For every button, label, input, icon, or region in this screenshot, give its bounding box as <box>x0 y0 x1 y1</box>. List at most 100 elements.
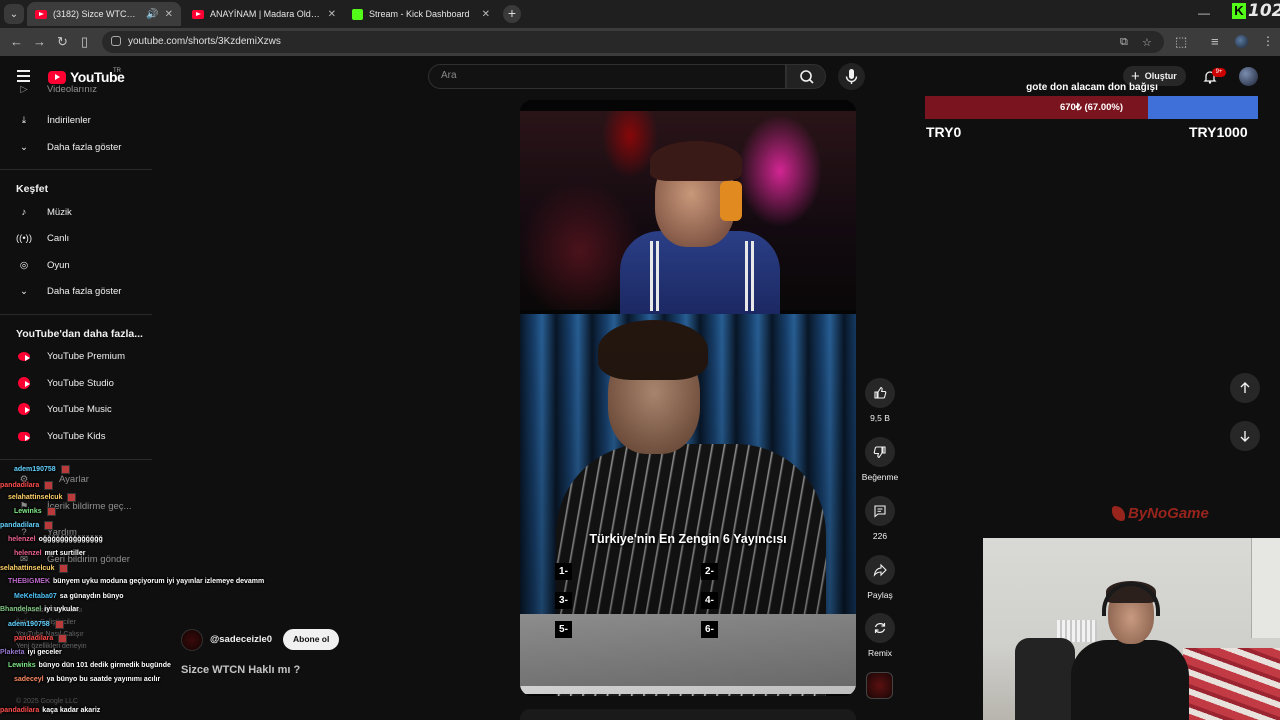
short-title: Sizce WTCN Haklı mı ? <box>181 664 301 676</box>
tab-search-button[interactable]: ⌄ <box>4 4 24 24</box>
shirt-stripe <box>656 241 659 311</box>
minimize-icon[interactable]: — <box>1198 6 1210 20</box>
explore-heading: Keşfet <box>16 183 49 195</box>
channel-handle[interactable]: @sadeceizle0 <box>210 634 272 645</box>
chat-emote-icon <box>60 465 70 474</box>
chat-message: Plaketa iyi geceler <box>0 649 62 656</box>
search-icon <box>800 70 814 84</box>
chat-message: THEBIGMEK bünyem uyku moduna geçiyorum iy… <box>8 578 264 585</box>
sidebar-item-downloads[interactable]: ⤓ İndirilenler <box>0 107 150 133</box>
browser-menu-icon[interactable]: ⋮ <box>1262 34 1274 48</box>
tab-anayinam[interactable]: ANAYİNAM | Madara Olduk #6 ✕ <box>184 2 344 26</box>
install-app-icon[interactable]: ⧉ <box>1120 36 1128 49</box>
share-icon <box>873 563 887 577</box>
youtube-music-icon <box>17 403 31 415</box>
tab-close-icon[interactable]: ✕ <box>482 9 490 20</box>
kick-viewer-count: 102 <box>1248 1 1280 21</box>
sidebar-item-youtube-premium[interactable]: YouTube Premium <box>0 343 150 369</box>
reload-icon[interactable]: ↻ <box>57 34 68 50</box>
like-count: 9,5 B <box>870 413 890 423</box>
sidebar-item-your-videos[interactable]: ▷ Videolarınız <box>0 82 150 96</box>
next-short-button[interactable] <box>1230 421 1260 451</box>
sidebar-item-label: Oyun <box>47 259 70 271</box>
sidebar-item-label: Canlı <box>47 232 70 244</box>
new-tab-button[interactable]: + <box>503 5 521 23</box>
tab-title: Stream - Kick Dashboard <box>369 9 470 19</box>
thumbs-up-icon <box>874 386 887 399</box>
country-code: TR <box>113 68 121 74</box>
like-button[interactable]: 9,5 B <box>860 378 900 423</box>
download-icon: ⤓ <box>21 114 27 126</box>
site-info-icon[interactable] <box>111 36 121 46</box>
sidebar-item-youtube-music[interactable]: YouTube Music <box>0 396 150 422</box>
sidebar-item-gaming[interactable]: ◎ Oyun <box>0 252 150 278</box>
share-button[interactable]: Paylaş <box>860 555 900 600</box>
chat-emote-icon <box>59 564 69 573</box>
search-input[interactable] <box>441 70 771 81</box>
shorts-video-player[interactable]: Türkiye'nin En Zengin 6 Yayıncısı 1- 2- … <box>520 100 856 696</box>
speaker-icon[interactable]: 🔊 <box>146 9 158 20</box>
streamer-webcam <box>983 538 1280 720</box>
chat-message: helenzel mırt surtiller <box>14 550 85 557</box>
previous-short-button[interactable] <box>1230 373 1260 403</box>
media-controls-icon[interactable]: ≡ <box>1211 34 1219 49</box>
tab-title: (3182) Sizce WTCN Haklı m <box>53 9 138 19</box>
channel-avatar[interactable] <box>181 629 203 651</box>
comments-button[interactable]: 226 <box>860 496 900 541</box>
chat-emote-icon <box>67 493 77 502</box>
headset <box>720 181 742 221</box>
sidebar-item-label: Ayarlar <box>59 473 89 485</box>
sound-thumbnail[interactable] <box>866 672 893 699</box>
forward-arrow-icon[interactable]: → <box>33 34 46 49</box>
chat-emote-icon <box>54 620 64 629</box>
next-short-preview[interactable] <box>520 709 856 720</box>
tab-youtube-shorts[interactable]: (3182) Sizce WTCN Haklı m 🔊 ✕ <box>27 2 181 26</box>
search-button[interactable] <box>786 64 826 89</box>
sidebar-item-label: İçerik bildirme geç... <box>47 500 132 512</box>
music-note-icon: ♪ <box>21 206 27 218</box>
remix-button[interactable]: Remix <box>860 613 900 658</box>
subscribe-button[interactable]: Abone ol <box>283 629 340 650</box>
browser-toolbar: ← → ↻ ▯ youtube.com/shorts/3KzdemiXzws ⧉… <box>0 28 1280 56</box>
chat-message: sadeceyl ya bünyo bu saatde yayınımı acıl… <box>14 676 160 683</box>
chat-text: iyi uykular <box>44 606 79 613</box>
side-panel-icon[interactable]: ▯ <box>81 34 88 50</box>
gamepad-icon: ◎ <box>19 259 29 271</box>
bookmark-star-icon[interactable]: ☆ <box>1142 36 1152 49</box>
tab-kick-dashboard[interactable]: Stream - Kick Dashboard ✕ <box>344 2 498 26</box>
dislike-button[interactable]: Beğenme <box>860 437 900 482</box>
youtube-favicon-icon <box>35 9 47 19</box>
guide-menu-icon[interactable] <box>17 70 30 82</box>
sidebar-item-show-more[interactable]: ⌄ Daha fazla göster <box>0 134 150 160</box>
donation-goal-progress: 670₺ (67.00%) <box>1059 102 1124 113</box>
tab-close-icon[interactable]: ✕ <box>328 9 336 20</box>
live-icon: ((•)) <box>16 232 32 244</box>
chat-message: selahattinselcuk <box>8 493 77 502</box>
chat-username: selahattinselcuk <box>8 494 63 502</box>
sidebar-item-youtube-studio[interactable]: YouTube Studio <box>0 370 150 396</box>
sidebar-item-music[interactable]: ♪ Müzik <box>0 199 150 225</box>
back-arrow-icon[interactable]: ← <box>10 34 23 49</box>
kick-logo-icon: K <box>1232 3 1246 19</box>
donation-goal-title: gote don alacam don bağışı <box>1026 82 1158 93</box>
sidebar-divider <box>0 169 152 170</box>
share-label: Paylaş <box>867 590 893 600</box>
chat-username: Bhandelasel <box>0 606 42 613</box>
webcam-person-body <box>1071 640 1189 720</box>
browser-tab-strip: ⌄ (3182) Sizce WTCN Haklı m 🔊 ✕ ANAYİNAM… <box>0 0 1280 28</box>
browser-profile-avatar[interactable] <box>1235 35 1248 48</box>
sidebar-item-youtube-kids[interactable]: YouTube Kids <box>0 423 150 449</box>
sidebar-item-live[interactable]: ((•)) Canlı <box>0 225 150 251</box>
ranking-number: 5- <box>555 621 572 638</box>
address-bar[interactable]: youtube.com/shorts/3KzdemiXzws ⧉ ☆ <box>102 31 1164 53</box>
chat-username: pandadilara <box>0 522 40 530</box>
dislike-label: Beğenme <box>861 472 899 482</box>
extensions-icon[interactable]: ⬚ <box>1175 34 1187 50</box>
voice-search-button[interactable] <box>838 63 865 90</box>
microphone-icon <box>845 69 858 84</box>
youtube-premium-icon <box>17 351 31 361</box>
sidebar-item-show-more[interactable]: ⌄ Daha fazla göster <box>0 278 150 304</box>
sidebar-item-label: YouTube Studio <box>47 377 114 389</box>
video-overlay-title: Türkiye'nin En Zengin 6 Yayıncısı <box>589 532 787 546</box>
tab-close-icon[interactable]: ✕ <box>165 9 173 20</box>
